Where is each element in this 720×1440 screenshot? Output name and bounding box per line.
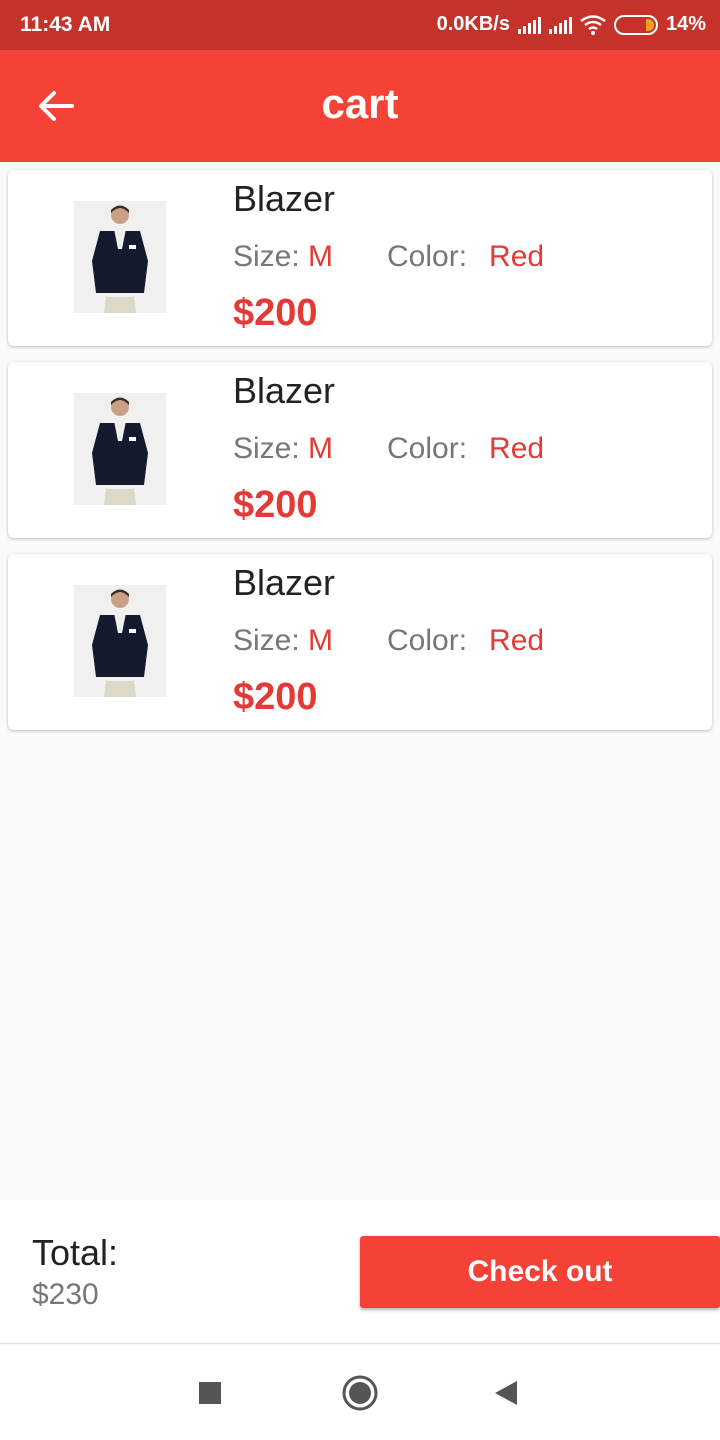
product-image: [74, 393, 166, 505]
wifi-icon: [580, 14, 606, 35]
network-speed: 0.0KB/s: [436, 13, 510, 35]
size-label: Size:: [233, 624, 300, 657]
page-title: cart: [321, 80, 399, 127]
system-nav-bar: [0, 1345, 720, 1440]
total-label: Total:: [32, 1232, 119, 1273]
color-value: Red: [489, 624, 545, 657]
circle-icon: [342, 1375, 378, 1411]
cart-item[interactable]: Blazer Size: M Color: Red $200: [8, 554, 712, 730]
square-icon: [199, 1382, 221, 1404]
product-image: [74, 585, 166, 697]
color-label: Color:: [387, 432, 468, 465]
battery-level: 14%: [665, 13, 706, 35]
total-value: $230: [32, 1278, 99, 1311]
cart-item[interactable]: Blazer Size: M Color: Red $200: [8, 362, 712, 538]
checkout-button[interactable]: Check out: [360, 1236, 720, 1308]
checkout-bar: Total: $230 Check out: [0, 1200, 720, 1344]
recents-button[interactable]: [190, 1373, 230, 1413]
color-label: Color:: [387, 624, 468, 657]
size-label: Size:: [233, 432, 300, 465]
color-value: Red: [489, 432, 545, 465]
home-button[interactable]: [340, 1373, 380, 1413]
battery-icon: [613, 14, 658, 35]
item-price: $200: [233, 292, 318, 334]
app-bar: cart: [0, 50, 720, 162]
status-time: 11:43 AM: [20, 13, 111, 36]
item-name: Blazer: [233, 178, 336, 219]
item-name: Blazer: [233, 370, 336, 411]
size-value: M: [308, 624, 334, 657]
status-bar: 11:43 AM 0.0KB/s 14%: [0, 0, 720, 50]
item-price: $200: [233, 676, 318, 718]
item-name: Blazer: [233, 562, 336, 603]
signal-icon-2: [548, 16, 572, 34]
status-indicators: 0.0KB/s 14%: [437, 13, 706, 36]
size-label: Size:: [233, 240, 300, 273]
item-price: $200: [233, 484, 318, 526]
color-label: Color:: [387, 240, 468, 273]
size-value: M: [308, 432, 334, 465]
signal-icon: [517, 16, 541, 34]
size-value: M: [308, 240, 334, 273]
color-value: Red: [489, 240, 545, 273]
triangle-back-icon: [495, 1381, 517, 1405]
back-nav-button[interactable]: [486, 1373, 526, 1413]
product-image: [74, 201, 166, 313]
cart-item[interactable]: Blazer Size: M Color: Red $200: [8, 170, 712, 346]
